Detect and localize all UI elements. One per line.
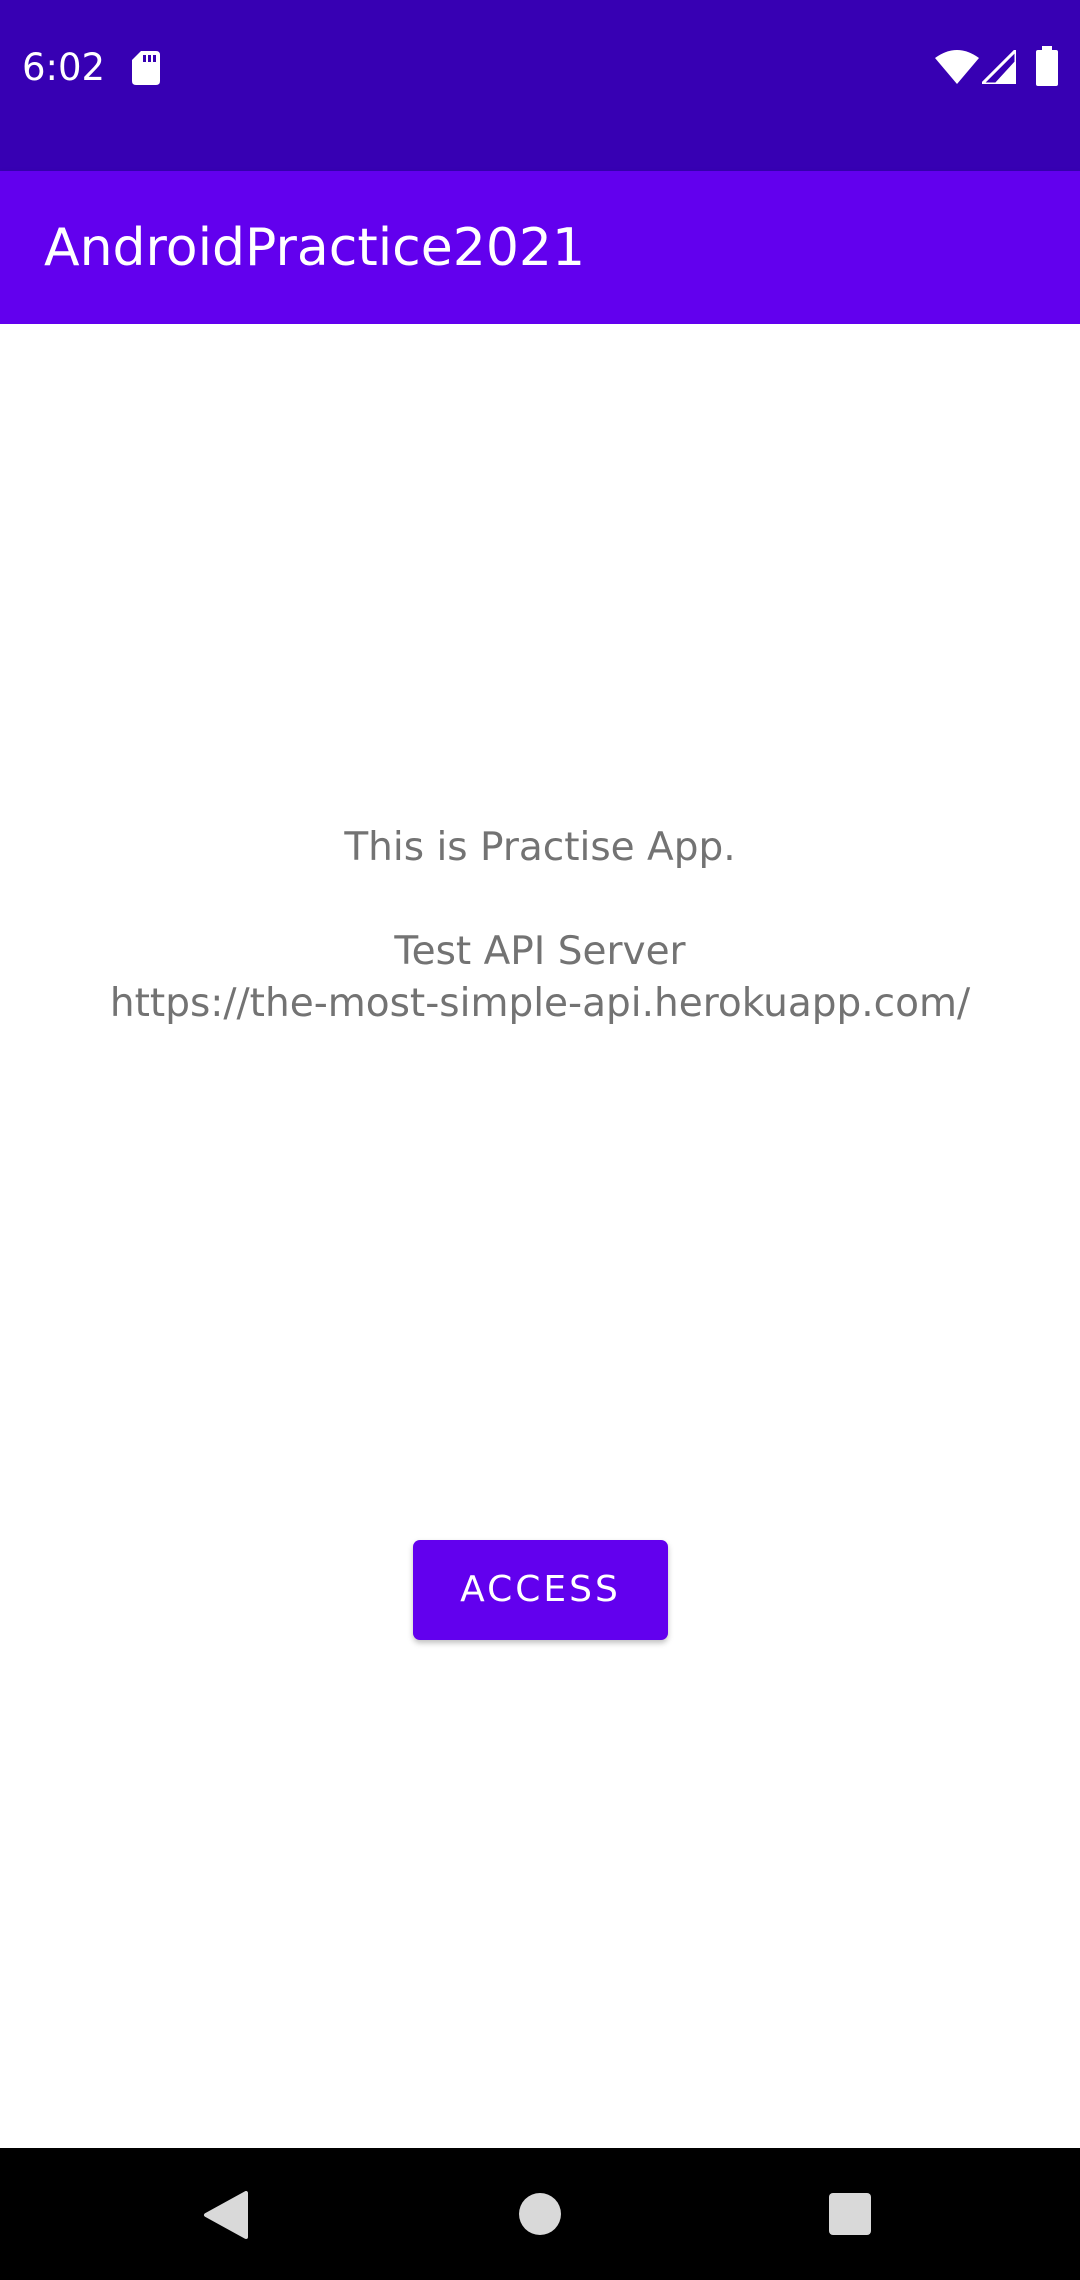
battery-icon xyxy=(1036,46,1058,86)
main-content: This is Practise App. Test API Server ht… xyxy=(0,324,1080,2148)
access-button[interactable]: ACCESS xyxy=(413,1540,668,1640)
status-time: 6:02 xyxy=(22,46,106,89)
server-label: Test API Server xyxy=(394,929,686,974)
wifi-icon xyxy=(935,50,979,84)
navigation-bar xyxy=(0,2148,1080,2280)
back-icon[interactable] xyxy=(202,2191,248,2239)
recents-icon[interactable] xyxy=(829,2193,871,2235)
app-screen: 6:02 AndroidPractice2021 This is Practis… xyxy=(0,0,1080,2280)
home-icon[interactable] xyxy=(519,2193,561,2235)
server-url: https://the-most-simple-api.herokuapp.co… xyxy=(109,981,971,1026)
signal-icon xyxy=(982,50,1016,84)
status-bar: 6:02 xyxy=(0,0,1080,171)
intro-text: This is Practise App. xyxy=(344,825,736,870)
sd-card-icon xyxy=(132,51,160,85)
app-bar: AndroidPractice2021 xyxy=(0,171,1080,324)
app-title: AndroidPractice2021 xyxy=(44,218,586,278)
